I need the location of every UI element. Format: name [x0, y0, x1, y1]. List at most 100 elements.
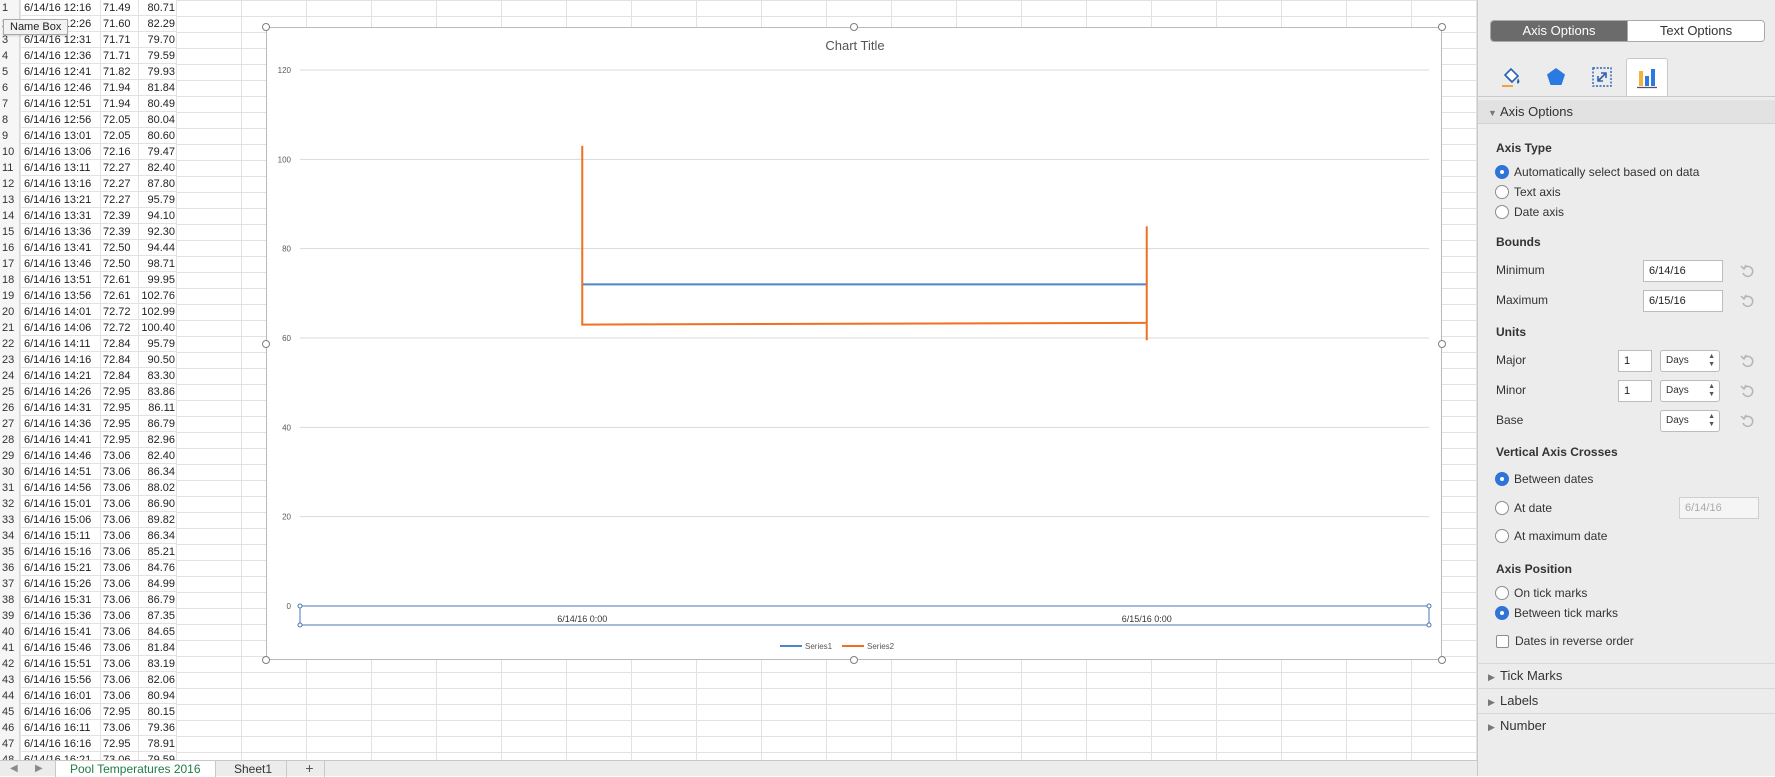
timestamp-cell[interactable]: 6/14/16 13:41 [24, 240, 91, 256]
temperature-cell[interactable]: 72.95 [103, 416, 131, 432]
temperature-cell[interactable]: 73.06 [103, 448, 131, 464]
minimum-bound-input[interactable]: 6/14/16 [1643, 260, 1723, 282]
timestamp-cell[interactable]: 6/14/16 13:46 [24, 256, 91, 272]
timestamp-cell[interactable]: 6/14/16 14:06 [24, 320, 91, 336]
temperature-cell[interactable]: 80.60 [141, 128, 175, 144]
temperature-cell[interactable]: 83.86 [141, 384, 175, 400]
temperature-cell[interactable]: 72.72 [103, 304, 131, 320]
timestamp-cell[interactable]: 6/14/16 12:51 [24, 96, 91, 112]
radio[interactable] [1495, 501, 1509, 515]
temperature-cell[interactable]: 86.79 [141, 592, 175, 608]
temperature-cell[interactable]: 73.06 [103, 640, 131, 656]
temperature-cell[interactable]: 73.06 [103, 672, 131, 688]
row-number[interactable]: 37 [0, 576, 20, 592]
temperature-cell[interactable]: 86.34 [141, 464, 175, 480]
next-sheet-arrow-icon[interactable]: ▶ [35, 763, 43, 774]
timestamp-cell[interactable]: 6/14/16 15:36 [24, 608, 91, 624]
temperature-cell[interactable]: 72.39 [103, 224, 131, 240]
temperature-cell[interactable]: 72.27 [103, 176, 131, 192]
timestamp-cell[interactable]: 6/14/16 14:11 [24, 336, 90, 352]
temperature-cell[interactable]: 79.93 [141, 64, 175, 80]
timestamp-cell[interactable]: 6/14/16 16:06 [24, 704, 91, 720]
table-row[interactable]: 1 6/14/16 12:16 71.49 80.71 [0, 0, 176, 16]
temperature-cell[interactable]: 102.99 [141, 304, 175, 320]
radio[interactable] [1495, 586, 1509, 600]
temperature-cell[interactable]: 79.36 [141, 720, 175, 736]
timestamp-cell[interactable]: 6/14/16 16:11 [24, 720, 90, 736]
timestamp-cell[interactable]: 6/14/16 16:01 [24, 688, 91, 704]
timestamp-cell[interactable]: 6/14/16 14:51 [24, 464, 91, 480]
reset-undo-icon[interactable] [1739, 353, 1755, 369]
tab-pool-temperatures[interactable]: Pool Temperatures 2016 [55, 761, 216, 777]
minor-unit-input[interactable]: 1 [1618, 380, 1652, 402]
row-number[interactable]: 47 [0, 736, 20, 752]
temperature-cell[interactable]: 80.71 [141, 0, 175, 16]
timestamp-cell[interactable]: 6/14/16 15:01 [24, 496, 91, 512]
temperature-cell[interactable]: 94.10 [141, 208, 175, 224]
row-number[interactable]: 41 [0, 640, 20, 656]
temperature-cell[interactable]: 71.82 [103, 64, 131, 80]
temperature-cell[interactable]: 82.06 [141, 672, 175, 688]
table-row[interactable]: 12 6/14/16 13:16 72.27 87.80 [0, 176, 176, 192]
temperature-cell[interactable]: 73.06 [103, 688, 131, 704]
temperature-cell[interactable]: 72.05 [103, 128, 131, 144]
prev-sheet-arrow-icon[interactable]: ◀ [10, 763, 18, 774]
timestamp-cell[interactable]: 6/14/16 15:31 [24, 592, 91, 608]
temperature-cell[interactable]: 73.06 [103, 512, 131, 528]
temperature-cell[interactable]: 72.61 [103, 272, 131, 288]
row-number[interactable]: 15 [0, 224, 20, 240]
timestamp-cell[interactable]: 6/14/16 15:11 [24, 528, 90, 544]
temperature-cell[interactable]: 72.95 [103, 704, 131, 720]
row-number[interactable]: 5 [0, 64, 20, 80]
table-row[interactable]: 20 6/14/16 14:01 72.72 102.99 [0, 304, 176, 320]
temperature-cell[interactable]: 84.76 [141, 560, 175, 576]
axis-options-section-header[interactable]: ▼ Axis Options [1478, 100, 1775, 124]
temperature-cell[interactable]: 80.49 [141, 96, 175, 112]
temperature-cell[interactable]: 82.29 [141, 16, 175, 32]
row-number[interactable]: 11 [0, 160, 20, 176]
row-number[interactable]: 32 [0, 496, 20, 512]
row-number[interactable]: 35 [0, 544, 20, 560]
between-dates-option[interactable]: Between dates [1495, 472, 1593, 486]
row-number[interactable]: 44 [0, 688, 20, 704]
table-row[interactable]: 9 6/14/16 13:01 72.05 80.60 [0, 128, 176, 144]
timestamp-cell[interactable]: 6/14/16 15:26 [24, 576, 91, 592]
table-row[interactable]: 23 6/14/16 14:16 72.84 90.50 [0, 352, 176, 368]
chart-resize-handle[interactable] [262, 339, 270, 348]
table-row[interactable]: 10 6/14/16 13:06 72.16 79.47 [0, 144, 176, 160]
row-number[interactable]: 45 [0, 704, 20, 720]
table-row[interactable]: 34 6/14/16 15:11 73.06 86.34 [0, 528, 176, 544]
chart-resize-handle[interactable] [262, 23, 270, 31]
reset-undo-icon[interactable] [1739, 293, 1755, 309]
row-number[interactable]: 8 [0, 112, 20, 128]
row-number[interactable]: 25 [0, 384, 20, 400]
table-row[interactable]: 36 6/14/16 15:21 73.06 84.76 [0, 560, 176, 576]
temperature-cell[interactable]: 72.61 [103, 288, 131, 304]
timestamp-cell[interactable]: 6/14/16 14:36 [24, 416, 91, 432]
reset-undo-icon[interactable] [1739, 263, 1755, 279]
temperature-cell[interactable]: 73.06 [103, 560, 131, 576]
maximum-bound-input[interactable]: 6/15/16 [1643, 290, 1723, 312]
temperature-cell[interactable]: 98.71 [141, 256, 175, 272]
temperature-cell[interactable]: 73.06 [103, 544, 131, 560]
table-row[interactable]: 17 6/14/16 13:46 72.50 98.71 [0, 256, 176, 272]
table-row[interactable]: 25 6/14/16 14:26 72.95 83.86 [0, 384, 176, 400]
timestamp-cell[interactable]: 6/14/16 14:16 [24, 352, 91, 368]
temperature-cell[interactable]: 72.84 [103, 368, 131, 384]
temperature-cell[interactable]: 73.06 [103, 576, 131, 592]
row-number[interactable]: 16 [0, 240, 20, 256]
temperature-cell[interactable]: 71.49 [103, 0, 131, 16]
radio[interactable] [1495, 205, 1509, 219]
temperature-cell[interactable]: 73.06 [103, 464, 131, 480]
table-row[interactable]: 24 6/14/16 14:21 72.84 83.30 [0, 368, 176, 384]
temperature-cell[interactable]: 82.40 [141, 448, 175, 464]
temperature-cell[interactable]: 99.95 [141, 272, 175, 288]
add-sheet-button[interactable]: + [295, 761, 325, 777]
fill-line-icon[interactable] [1490, 58, 1532, 96]
table-row[interactable]: 14 6/14/16 13:31 72.39 94.10 [0, 208, 176, 224]
row-number[interactable]: 46 [0, 720, 20, 736]
minor-unit-select[interactable]: Days ▲ ▼ [1660, 380, 1720, 402]
chart-resize-handle[interactable] [1438, 339, 1446, 348]
temperature-cell[interactable]: 72.72 [103, 320, 131, 336]
axis-options-chart-icon[interactable] [1626, 58, 1668, 96]
